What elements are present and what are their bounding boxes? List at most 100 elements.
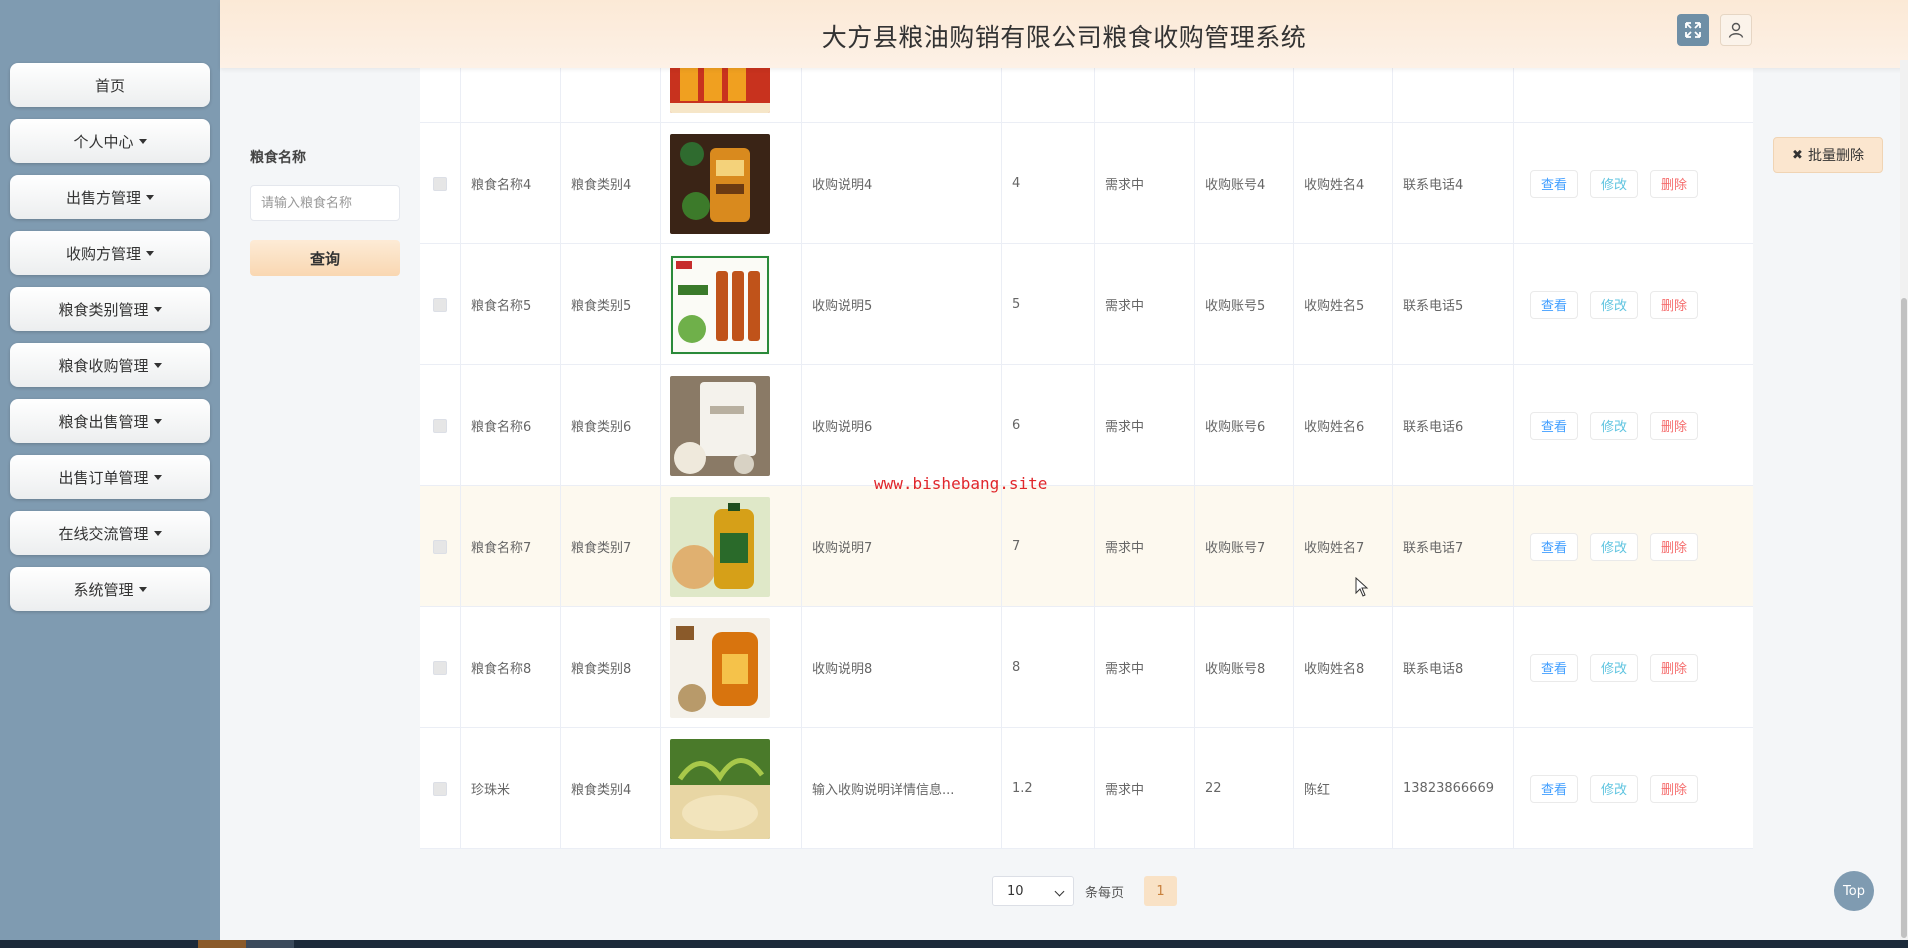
view-button[interactable]: 查看 xyxy=(1530,411,1579,440)
cell-account: 22 xyxy=(1195,728,1294,849)
sidebar-item-grain-purchase-management[interactable]: 粮食收购管理 xyxy=(10,343,210,387)
cell-grain-name: 粮食名称5 xyxy=(461,244,561,365)
search-button[interactable]: 查询 xyxy=(250,240,400,276)
caret-down-icon xyxy=(153,418,162,424)
table-row: 粮食名称5 粮食类别5 收购说明5 5 需求中 收购账号5 收购姓名5 联系电话… xyxy=(420,244,1753,365)
cell-buyer-name: 收购姓名4 xyxy=(1294,123,1393,244)
sidebar-item-label: 个人中心 xyxy=(73,132,134,151)
close-icon: ✖ xyxy=(1792,147,1803,163)
caret-down-icon xyxy=(153,474,162,480)
mouse-cursor-icon xyxy=(1355,577,1369,597)
edit-button[interactable]: 修改 xyxy=(1590,169,1639,198)
cell-buyer-name: 陈红 xyxy=(1294,728,1393,849)
per-page-label: 条每页 xyxy=(1085,886,1125,901)
cell-grain-category: 粮食类别8 xyxy=(561,607,661,728)
search-label: 粮食名称 xyxy=(250,150,306,166)
table-row: 粮食名称8 粮食类别8 收购说明8 8 需求中 收购账号8 收购姓名8 联系电话… xyxy=(420,607,1753,728)
delete-button[interactable]: 删除 xyxy=(1650,411,1699,440)
sidebar-item-label: 收购方管理 xyxy=(65,244,141,263)
row-checkbox[interactable] xyxy=(433,176,447,191)
edit-button[interactable]: 修改 xyxy=(1590,290,1639,319)
delete-button[interactable]: 删除 xyxy=(1650,290,1699,319)
page-title: 大方县粮油购销有限公司粮食收购管理系统 xyxy=(821,23,1307,52)
cell-phone: 联系电话4 xyxy=(1393,123,1514,244)
product-image xyxy=(670,738,770,839)
scrollbar-thumb[interactable] xyxy=(1901,298,1907,938)
cell-phone: 联系电话8 xyxy=(1393,607,1514,728)
view-button[interactable]: 查看 xyxy=(1530,532,1579,561)
user-menu-button[interactable] xyxy=(1720,14,1752,46)
sidebar-item-label: 粮食出售管理 xyxy=(58,412,149,431)
caret-down-icon xyxy=(153,362,162,368)
search-input[interactable] xyxy=(250,185,400,221)
edit-button[interactable]: 修改 xyxy=(1590,532,1639,561)
cell-account: 收购账号5 xyxy=(1195,244,1294,365)
delete-button[interactable]: 删除 xyxy=(1650,532,1699,561)
caret-down-icon xyxy=(146,250,154,256)
product-image xyxy=(670,496,770,597)
cell-quantity: 1.2 xyxy=(1002,728,1095,849)
page-size-select[interactable]: 10 xyxy=(992,876,1074,906)
batch-delete-button[interactable]: ✖ 批量删除 xyxy=(1773,137,1883,173)
delete-button[interactable]: 删除 xyxy=(1650,774,1699,803)
edit-button[interactable]: 修改 xyxy=(1590,653,1639,682)
edit-button[interactable]: 修改 xyxy=(1590,774,1639,803)
cell-account: 收购账号7 xyxy=(1195,486,1294,607)
delete-button[interactable]: 删除 xyxy=(1650,169,1699,198)
edit-button[interactable]: 修改 xyxy=(1590,411,1639,440)
row-checkbox[interactable] xyxy=(433,418,447,433)
cell-status: 需求中 xyxy=(1095,123,1195,244)
sidebar-item-personal-center[interactable]: 个人中心 xyxy=(10,119,210,163)
sidebar-item-label: 在线交流管理 xyxy=(58,524,149,543)
cell-purchase-desc: 收购说明8 xyxy=(802,607,1002,728)
cell-grain-name: 粮食名称8 xyxy=(461,607,561,728)
caret-down-icon xyxy=(153,530,162,536)
product-image xyxy=(670,617,770,718)
sidebar-item-home[interactable]: 首页 xyxy=(10,63,210,107)
row-checkbox[interactable] xyxy=(433,660,447,675)
sidebar-item-seller-management[interactable]: 出售方管理 xyxy=(10,175,210,219)
sidebar-item-online-chat-management[interactable]: 在线交流管理 xyxy=(10,511,210,555)
back-to-top-button[interactable]: Top xyxy=(1834,871,1874,911)
cell-grain-category: 粮食类别6 xyxy=(561,365,661,486)
sidebar-item-label: 首页 xyxy=(94,76,125,95)
view-button[interactable]: 查看 xyxy=(1530,653,1579,682)
cell-phone: 联系电话6 xyxy=(1393,365,1514,486)
cell-purchase-desc: 输入收购说明详情信息... xyxy=(802,728,1002,849)
sidebar-item-grain-category-management[interactable]: 粮食类别管理 xyxy=(10,287,210,331)
sidebar-item-grain-sale-management[interactable]: 粮食出售管理 xyxy=(10,399,210,443)
row-checkbox[interactable] xyxy=(433,781,447,796)
sidebar: 首页 个人中心 出售方管理 收购方管理 粮食类别管理 粮食收购管理 粮食出售管理… xyxy=(0,0,220,948)
table-row: 粮食名称6 粮食类别6 收购说明6 6 需求中 收购账号6 收购姓名6 联系电话… xyxy=(420,365,1753,486)
row-checkbox[interactable] xyxy=(433,297,447,312)
fullscreen-button[interactable] xyxy=(1677,14,1709,46)
cell-grain-category: 粮食类别4 xyxy=(561,728,661,849)
view-button[interactable]: 查看 xyxy=(1530,774,1579,803)
cell-status: 需求中 xyxy=(1095,607,1195,728)
page-number-1[interactable]: 1 xyxy=(1144,876,1177,906)
cell-quantity: 4 xyxy=(1002,123,1095,244)
product-image xyxy=(670,375,770,476)
table-row: 珍珠米 粮食类别4 输入收购说明详情信息... 1.2 需求中 22 陈红 13… xyxy=(420,728,1753,849)
sidebar-item-buyer-management[interactable]: 收购方管理 xyxy=(10,231,210,275)
sidebar-item-system-management[interactable]: 系统管理 xyxy=(10,567,210,611)
cell-quantity: 8 xyxy=(1002,607,1095,728)
cell-grain-category: 粮食类别5 xyxy=(561,244,661,365)
purchase-table: 粮食名称4 粮食类别4 收购说明4 4 需求中 收购账号4 收购姓名4 联系电话… xyxy=(420,0,1753,850)
view-button[interactable]: 查看 xyxy=(1530,169,1579,198)
sidebar-item-label: 粮食类别管理 xyxy=(58,300,149,319)
cell-buyer-name: 收购姓名8 xyxy=(1294,607,1393,728)
delete-button[interactable]: 删除 xyxy=(1650,653,1699,682)
table-row: 粮食名称4 粮食类别4 收购说明4 4 需求中 收购账号4 收购姓名4 联系电话… xyxy=(420,123,1753,244)
page-size-value: 10 xyxy=(1007,883,1024,899)
cell-grain-name: 粮食名称6 xyxy=(461,365,561,486)
row-checkbox[interactable] xyxy=(433,539,447,554)
chevron-down-icon xyxy=(1054,886,1065,897)
cell-account: 收购账号8 xyxy=(1195,607,1294,728)
view-button[interactable]: 查看 xyxy=(1530,290,1579,319)
caret-down-icon xyxy=(146,194,154,200)
cell-grain-category: 粮食类别7 xyxy=(561,486,661,607)
sidebar-item-sale-order-management[interactable]: 出售订单管理 xyxy=(10,455,210,499)
cell-grain-category: 粮食类别4 xyxy=(561,123,661,244)
cell-account: 收购账号6 xyxy=(1195,365,1294,486)
